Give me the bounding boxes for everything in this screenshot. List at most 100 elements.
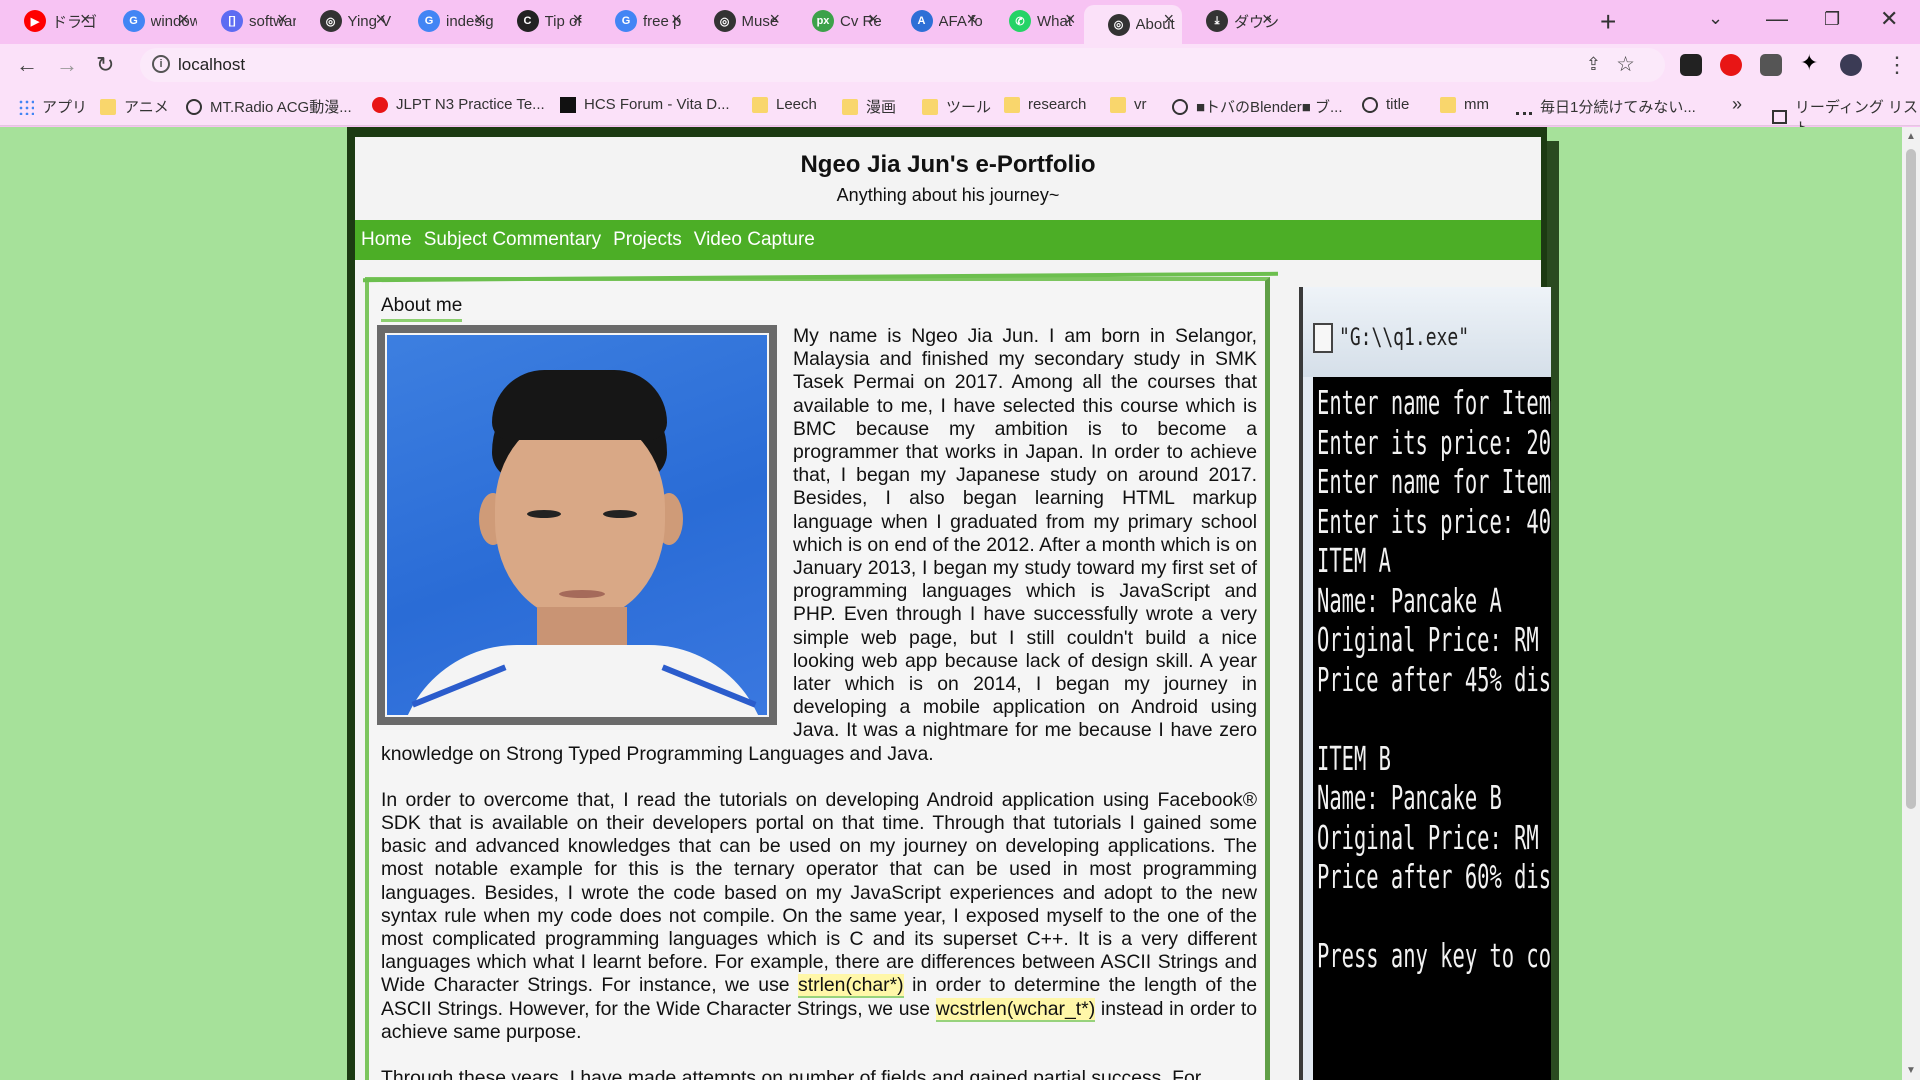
tab-10[interactable]: ✆ What × <box>985 5 1084 37</box>
tab-0[interactable]: ▶ ドラゴン× <box>0 5 99 37</box>
console-line: Enter its price: 40 <box>1317 501 1551 541</box>
new-tab-icon[interactable]: + <box>1600 6 1616 38</box>
bookmark-11[interactable]: title <box>1362 96 1409 113</box>
restore-icon[interactable]: ❐ <box>1824 9 1840 30</box>
extension-icon[interactable] <box>1680 54 1702 76</box>
tab-title: software <box>249 12 296 30</box>
reading-list-icon <box>1772 110 1787 124</box>
close-window-icon[interactable]: ✕ <box>1880 6 1898 32</box>
extensions-puzzle-icon[interactable]: ✦ <box>1800 50 1822 75</box>
tab-title: What <box>1037 12 1073 30</box>
globe-icon: ◎ <box>319 10 342 32</box>
bookmark-5[interactable]: Leech <box>752 96 817 113</box>
bookmark-10[interactable]: ■トバのBlender■ ブ... <box>1172 96 1343 117</box>
tab-close-icon[interactable]: × <box>375 9 386 30</box>
bookmark-8[interactable]: research <box>1004 96 1086 113</box>
tab-title: free p <box>643 12 682 30</box>
site-info-icon[interactable]: i <box>152 55 170 73</box>
bookmark-2[interactable]: MT.Radio ACG動漫... <box>186 96 352 117</box>
nav-subject-commentary[interactable]: Subject Commentary <box>424 229 601 251</box>
console-line: ITEM A <box>1317 541 1391 580</box>
back-icon[interactable]: ← <box>16 52 38 78</box>
tab-title: indesign <box>446 12 493 30</box>
code-strlen: strlen(char*) <box>798 974 904 999</box>
tab-close-icon[interactable]: × <box>572 9 583 30</box>
tab-2[interactable]: [] software× <box>197 5 296 37</box>
bookmark-label: title <box>1386 96 1410 113</box>
folder-icon <box>1110 96 1126 113</box>
console-title: "G:\\q1.exe" <box>1339 323 1470 351</box>
scroll-down-icon[interactable]: ▼ <box>1906 1065 1916 1076</box>
profile-avatar-icon[interactable] <box>1840 54 1862 76</box>
bookmark-9[interactable]: vr <box>1110 96 1147 113</box>
tab-strip: ▶ドラゴン×Gwindows×[]software×◎Ying V×Gindes… <box>0 0 1920 44</box>
tab-close-icon[interactable]: × <box>277 9 288 30</box>
reload-icon[interactable]: ↻ <box>96 52 114 78</box>
tab-8[interactable]: px Cv Re × <box>788 5 887 37</box>
tab-close-icon[interactable]: × <box>868 9 879 30</box>
nav-projects[interactable]: Projects <box>613 229 682 251</box>
bookmark-4[interactable]: HCS Forum - Vita D... <box>560 96 730 113</box>
site-container: Ngeo Jia Jun's e-Portfolio Anything abou… <box>355 137 1551 1080</box>
menu-kebab-icon[interactable]: ⋮ <box>1886 52 1908 78</box>
hcs-icon <box>560 96 576 113</box>
bookmark-3[interactable]: JLPT N3 Practice Te... <box>372 96 545 113</box>
console-line: Name: Pancake A <box>1317 580 1502 620</box>
tab-12[interactable]: ⤓ ダウン × <box>1182 5 1281 37</box>
tab-close-icon[interactable]: × <box>474 9 485 30</box>
tab-close-icon[interactable]: × <box>80 9 91 30</box>
tab-close-icon[interactable]: × <box>769 9 780 30</box>
site-nav: Home Subject Commentary Projects Video C… <box>355 220 1541 260</box>
folder-icon <box>922 98 938 115</box>
tab-7[interactable]: ◎ Muse × <box>690 5 789 37</box>
opera-icon <box>372 96 388 113</box>
card-sketch-border <box>362 271 1279 283</box>
tab-search-icon[interactable]: ⌄ <box>1708 8 1723 29</box>
bookmark-star-icon[interactable]: ☆ <box>1616 52 1635 77</box>
tab-title: ドラゴン <box>52 13 99 31</box>
tab-4[interactable]: Gindesign× <box>394 5 493 37</box>
scroll-up-icon[interactable]: ▲ <box>1906 131 1916 142</box>
console-line: Press any key to conti <box>1317 936 1551 975</box>
site-subtitle: Anything about his journey~ <box>836 185 1060 205</box>
minimize-icon[interactable]: — <box>1766 6 1788 32</box>
share-icon[interactable]: ⇪ <box>1586 54 1601 75</box>
scrollbar-thumb[interactable] <box>1906 149 1916 809</box>
tab-1[interactable]: Gwindows× <box>99 5 197 37</box>
bookmark-label: HCS Forum - Vita D... <box>584 96 730 113</box>
tab-close-icon[interactable]: × <box>1262 9 1273 30</box>
tab-close-icon[interactable]: × <box>1163 9 1174 30</box>
nav-home[interactable]: Home <box>361 229 412 251</box>
bookmark-label: アプリ <box>42 99 88 116</box>
bookmark-0[interactable]: アプリ <box>18 96 87 117</box>
tab-6[interactable]: Gfree p × <box>591 5 690 37</box>
tab-close-icon[interactable]: × <box>966 9 977 30</box>
tab-5[interactable]: C Tip of × <box>493 5 592 37</box>
bookmark-12[interactable]: mm <box>1440 96 1489 113</box>
forward-icon[interactable]: → <box>56 52 78 78</box>
nav-video-capture[interactable]: Video Capture <box>694 229 815 251</box>
console-titlebar: "G:\\q1.exe" <box>1303 287 1551 377</box>
bookmark-7[interactable]: ツール <box>922 96 991 117</box>
tab-11[interactable]: ◎ About × <box>1083 5 1182 44</box>
tab-close-icon[interactable]: × <box>1065 9 1076 30</box>
page-scrollbar[interactable]: ▲ ▼ <box>1902 127 1920 1080</box>
google-icon: G <box>615 10 637 32</box>
tab-title: Cv Re <box>840 12 882 30</box>
tab-9[interactable]: A AFA fo × <box>887 5 986 37</box>
bookmark-1[interactable]: アニメ <box>100 96 169 117</box>
media-extension-icon[interactable] <box>1760 54 1782 76</box>
bookmark-13[interactable]: 毎日1分続けてみない... <box>1516 96 1696 117</box>
folder-icon <box>100 98 116 115</box>
tab-close-icon[interactable]: × <box>178 9 189 30</box>
more-bookmarks-icon[interactable]: » <box>1732 94 1742 115</box>
adblock-extension-icon[interactable] <box>1720 54 1742 76</box>
tab-close-icon[interactable]: × <box>671 9 682 30</box>
address-bar[interactable]: i localhost ⇪ ☆ <box>140 48 1665 82</box>
console-line: Enter name for Item B: <box>1317 462 1551 501</box>
globe-icon <box>1362 96 1378 113</box>
tab-3[interactable]: ◎ Ying V × <box>296 5 395 37</box>
bookmark-label: JLPT N3 Practice Te... <box>396 96 545 113</box>
bookmark-6[interactable]: 漫画 <box>842 96 896 117</box>
